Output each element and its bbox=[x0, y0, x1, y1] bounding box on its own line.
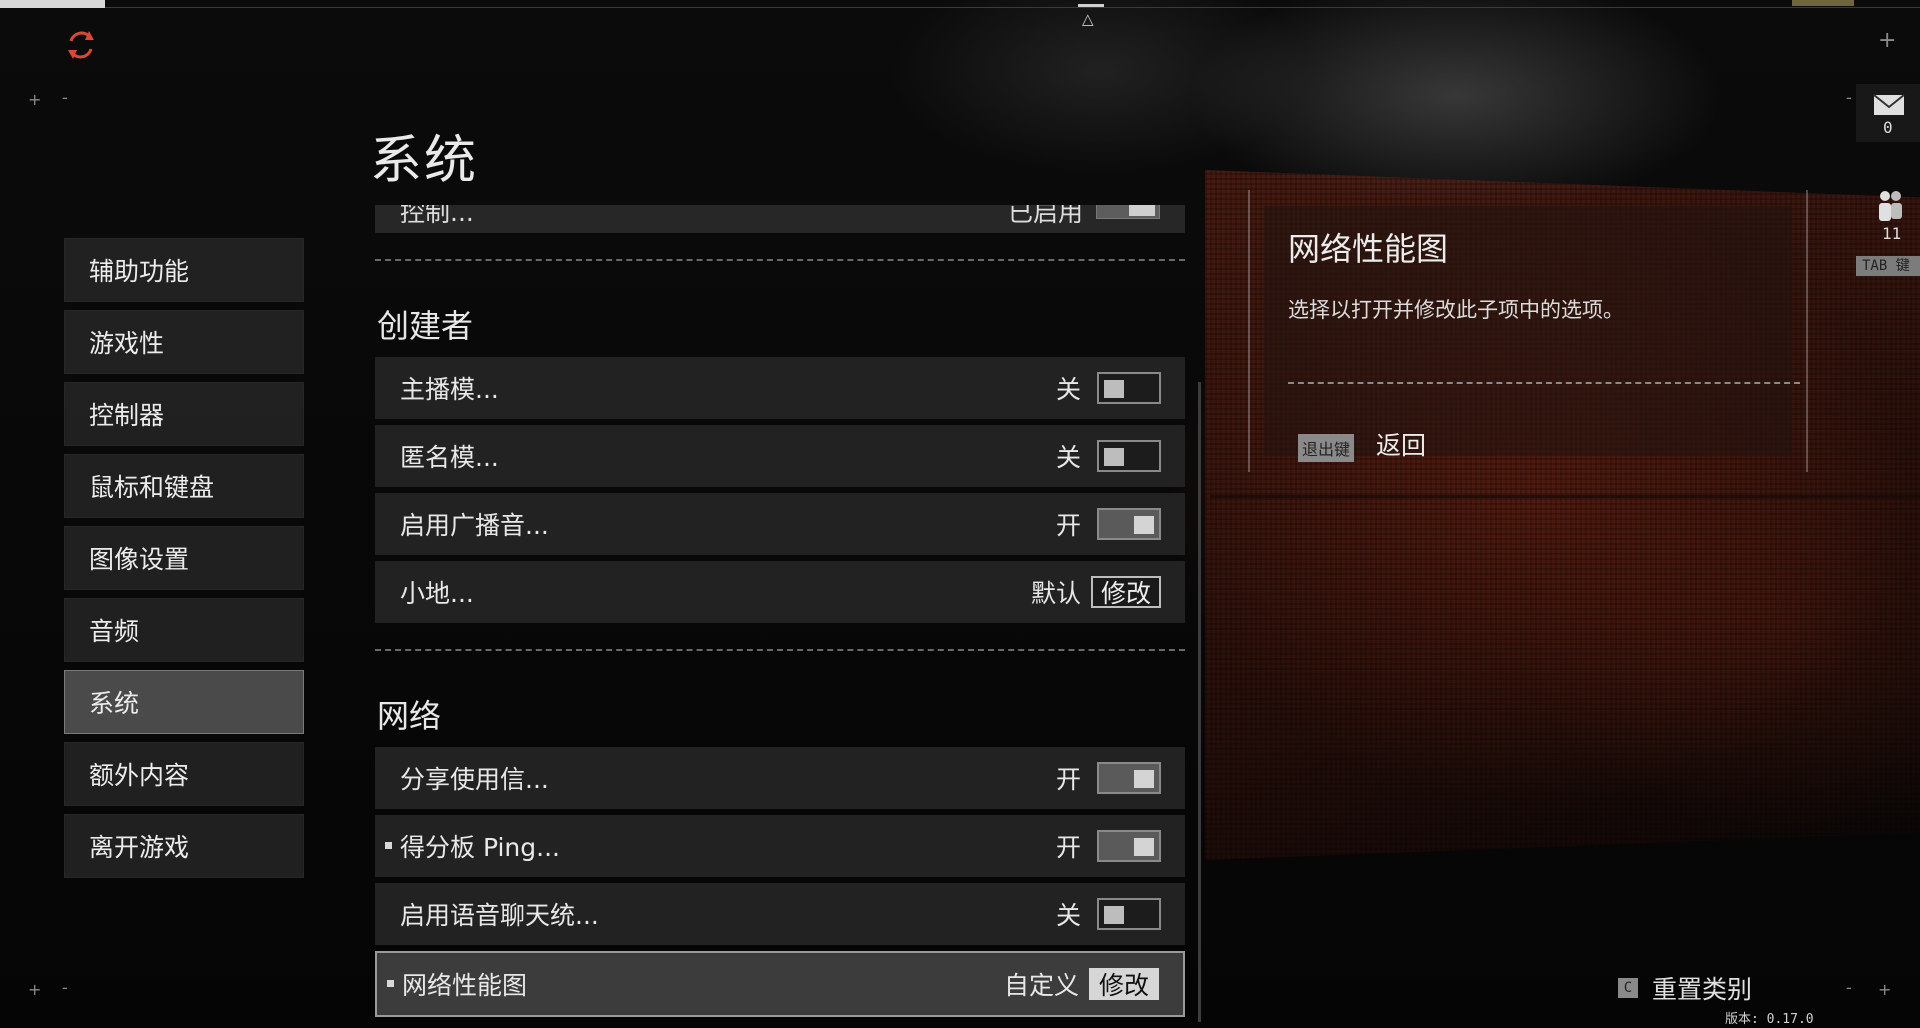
corner-plus-icon: + bbox=[28, 90, 42, 109]
modify-button[interactable]: 修改 bbox=[1088, 968, 1159, 1000]
settings-row-share-usage[interactable]: 分享使用信... 开 bbox=[375, 747, 1185, 809]
sidebar-item-accessibility[interactable]: 辅助功能 bbox=[64, 238, 304, 302]
setting-label: 控制... bbox=[400, 205, 474, 227]
corner-minus-icon: - bbox=[62, 978, 68, 997]
background-wall-seam bbox=[1210, 495, 1920, 498]
mail-icon bbox=[1873, 94, 1905, 115]
sidebar-item-system[interactable]: 系统 bbox=[64, 670, 304, 734]
info-panel: 网络性能图 选择以打开并修改此子项中的选项。 退出键 返回 bbox=[1248, 190, 1808, 472]
setting-value: 开 bbox=[1055, 765, 1081, 794]
setting-label: 主播模... bbox=[400, 375, 499, 404]
reset-category-label: 重置类别 bbox=[1652, 975, 1753, 1004]
settings-row-minimap[interactable]: 小地... 默认 修改 bbox=[375, 561, 1185, 623]
toggle-switch[interactable] bbox=[1097, 440, 1161, 472]
version-label: 版本: 0.17.0 bbox=[1725, 1012, 1814, 1027]
settings-row-broadcast-audio[interactable]: 启用广播音... 开 bbox=[375, 493, 1185, 555]
party-icon[interactable] bbox=[1876, 190, 1904, 222]
corner-plus-icon: + bbox=[1878, 980, 1892, 999]
setting-value: 开 bbox=[1055, 511, 1081, 540]
setting-value: 开 bbox=[1055, 833, 1081, 862]
modify-button[interactable]: 修改 bbox=[1090, 576, 1161, 608]
corner-plus-icon: + bbox=[28, 980, 42, 999]
toggle-switch[interactable] bbox=[1097, 372, 1161, 404]
toggle-switch[interactable] bbox=[1097, 762, 1161, 794]
corner-minus-icon: - bbox=[1846, 978, 1852, 997]
top-bar-left-indicator bbox=[0, 0, 105, 8]
sidebar-item-extra-content[interactable]: 额外内容 bbox=[64, 742, 304, 806]
sidebar-item-graphics[interactable]: 图像设置 bbox=[64, 526, 304, 590]
mail-count: 0 bbox=[1883, 118, 1893, 137]
toggle-switch[interactable] bbox=[1097, 898, 1161, 930]
top-bar bbox=[0, 0, 1920, 8]
collapse-arrow-icon[interactable]: △ bbox=[1082, 12, 1094, 27]
setting-value: 关 bbox=[1055, 375, 1081, 404]
settings-row-network-graph[interactable]: 网络性能图 自定义 修改 bbox=[375, 951, 1185, 1017]
settings-list: 控制... 已启用 创建者 主播模... 关 匿名模... 关 启用广播音...… bbox=[375, 205, 1185, 1028]
settings-row-anonymous-mode[interactable]: 匿名模... 关 bbox=[375, 425, 1185, 487]
setting-value: 关 bbox=[1055, 901, 1081, 930]
section-divider bbox=[375, 259, 1185, 261]
sidebar: 辅助功能 游戏性 控制器 鼠标和键盘 图像设置 音频 系统 额外内容 离开游戏 bbox=[64, 238, 304, 886]
settings-row-scoreboard-ping[interactable]: 得分板 Ping... 开 bbox=[375, 815, 1185, 877]
settings-row-partial[interactable]: 控制... 已启用 bbox=[375, 205, 1185, 233]
sidebar-item-gameplay[interactable]: 游戏性 bbox=[64, 310, 304, 374]
toggle-switch[interactable] bbox=[1097, 830, 1161, 862]
sidebar-item-mouse-keyboard[interactable]: 鼠标和键盘 bbox=[64, 454, 304, 518]
sidebar-item-audio[interactable]: 音频 bbox=[64, 598, 304, 662]
setting-label: 网络性能图 bbox=[402, 971, 528, 1000]
section-title-network: 网络 bbox=[377, 697, 442, 735]
setting-label: 启用语音聊天统... bbox=[400, 901, 599, 930]
sidebar-item-controller[interactable]: 控制器 bbox=[64, 382, 304, 446]
section-title-creator: 创建者 bbox=[377, 307, 474, 345]
info-panel-body: 网络性能图 选择以打开并修改此子项中的选项。 退出键 返回 bbox=[1264, 206, 1800, 462]
setting-label: 分享使用信... bbox=[400, 765, 549, 794]
setting-value: 关 bbox=[1055, 443, 1081, 472]
tab-key-hint: TAB 键 bbox=[1856, 256, 1920, 276]
settings-row-streamer-mode[interactable]: 主播模... 关 bbox=[375, 357, 1185, 419]
setting-value: 自定义 bbox=[1003, 971, 1079, 1000]
party-count: 11 bbox=[1882, 224, 1902, 243]
refresh-icon[interactable] bbox=[64, 28, 98, 62]
setting-label: 小地... bbox=[400, 579, 474, 608]
info-divider bbox=[1288, 382, 1800, 384]
escape-key-hint: 退出键 bbox=[1298, 434, 1355, 462]
toggle-switch[interactable] bbox=[1097, 508, 1161, 540]
sidebar-item-quit-game[interactable]: 离开游戏 bbox=[64, 814, 304, 878]
modified-bullet-icon bbox=[387, 980, 394, 987]
top-bar-right-indicator bbox=[1792, 0, 1854, 6]
setting-value: 已启用 bbox=[1007, 205, 1083, 227]
setting-label: 匿名模... bbox=[400, 443, 499, 472]
info-title: 网络性能图 bbox=[1288, 230, 1449, 268]
top-bar-center-notch bbox=[1078, 4, 1104, 7]
corner-minus-icon: - bbox=[62, 88, 68, 107]
toggle-switch[interactable] bbox=[1096, 205, 1160, 219]
setting-label: 启用广播音... bbox=[400, 511, 549, 540]
setting-label: 得分板 Ping... bbox=[400, 833, 560, 862]
mail-button[interactable]: 0 bbox=[1856, 84, 1920, 142]
reset-key-hint: C bbox=[1618, 978, 1638, 998]
corner-plus-icon: + bbox=[1878, 28, 1897, 53]
setting-value: 默认 bbox=[1030, 579, 1081, 608]
back-button[interactable]: 返回 bbox=[1376, 426, 1426, 462]
page-title: 系统 bbox=[370, 131, 479, 191]
reset-category-button[interactable]: C 重置类别 bbox=[1618, 970, 1752, 1006]
info-description: 选择以打开并修改此子项中的选项。 bbox=[1288, 298, 1624, 322]
corner-minus-icon: - bbox=[1846, 88, 1852, 107]
section-divider bbox=[375, 649, 1185, 651]
settings-row-voice-chat[interactable]: 启用语音聊天统... 关 bbox=[375, 883, 1185, 945]
modified-bullet-icon bbox=[385, 842, 392, 849]
list-scrollbar[interactable] bbox=[1198, 382, 1201, 1022]
